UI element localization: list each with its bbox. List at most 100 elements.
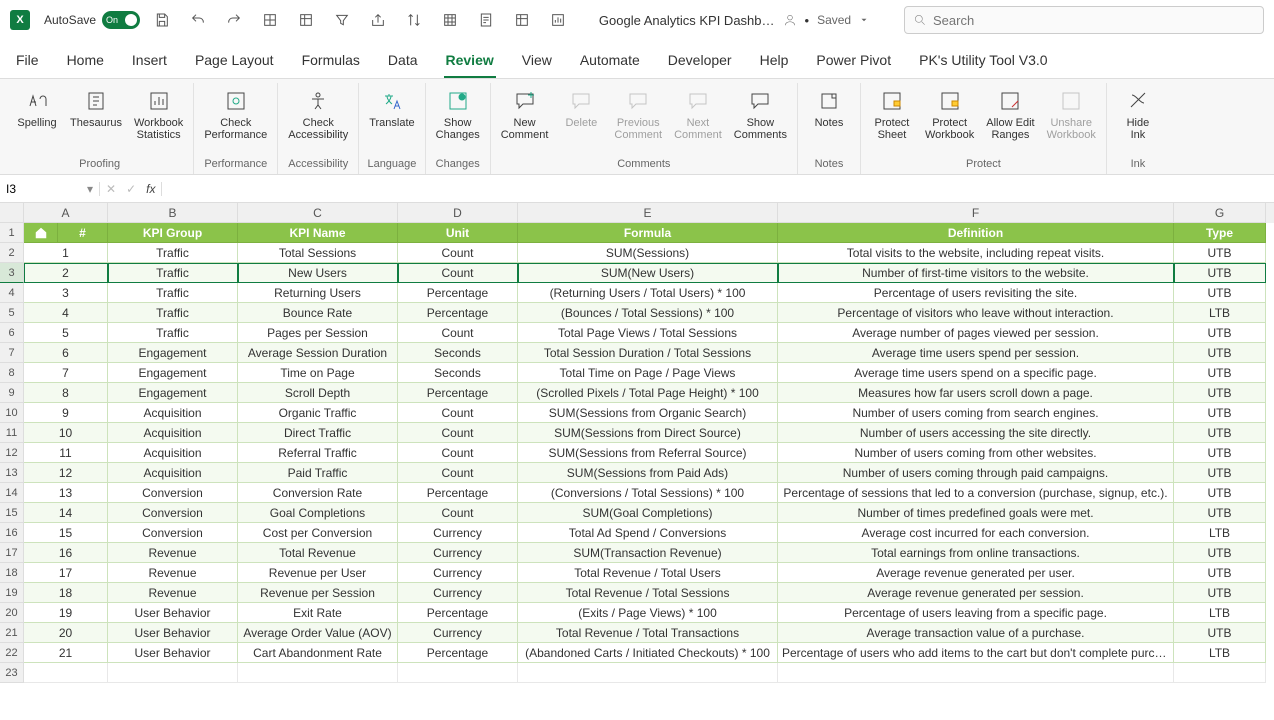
cell-type[interactable]: UTB <box>1174 423 1266 443</box>
cell-unit[interactable]: Count <box>398 403 518 423</box>
cell-type[interactable]: UTB <box>1174 443 1266 463</box>
cell-group[interactable]: Traffic <box>108 323 238 343</box>
qat-grid-icon[interactable] <box>256 6 284 34</box>
chevron-down-icon[interactable]: ▾ <box>87 182 93 196</box>
cell-kpi-name[interactable]: Exit Rate <box>238 603 398 623</box>
cell-definition[interactable]: Number of users coming through paid camp… <box>778 463 1174 483</box>
cell-group[interactable]: Engagement <box>108 343 238 363</box>
cell-formula[interactable]: (Exits / Page Views) * 100 <box>518 603 778 623</box>
cell-type[interactable]: UTB <box>1174 283 1266 303</box>
redo-icon[interactable] <box>220 6 248 34</box>
row-header[interactable]: 9 <box>0 383 24 403</box>
search-box[interactable] <box>904 6 1264 34</box>
cell-definition[interactable]: Percentage of sessions that led to a con… <box>778 483 1174 503</box>
cell-unit[interactable]: Percentage <box>398 643 518 663</box>
row-header[interactable]: 3 <box>0 263 24 283</box>
cell-kpi-name[interactable]: Average Session Duration <box>238 343 398 363</box>
qat-calc-icon[interactable] <box>472 6 500 34</box>
row-header[interactable]: 12 <box>0 443 24 463</box>
cell-formula[interactable]: Total Time on Page / Page Views <box>518 363 778 383</box>
notes-button[interactable]: Notes <box>804 83 854 133</box>
check-accessibility-button[interactable]: CheckAccessibility <box>284 83 352 145</box>
cell-unit[interactable]: Currency <box>398 583 518 603</box>
cell-unit[interactable]: Count <box>398 463 518 483</box>
row-header[interactable]: 8 <box>0 363 24 383</box>
col-header-A[interactable]: A <box>24 203 108 223</box>
row-header[interactable]: 17 <box>0 543 24 563</box>
name-box-input[interactable] <box>6 182 76 196</box>
table-row[interactable]: 5 4 Traffic Bounce Rate Percentage (Boun… <box>0 303 1274 323</box>
cell-unit[interactable]: Count <box>398 323 518 343</box>
table-row[interactable]: 3 2 Traffic New Users Count SUM(New User… <box>0 263 1274 283</box>
cell-kpi-name[interactable]: Average Order Value (AOV) <box>238 623 398 643</box>
cell-num[interactable]: 1 <box>24 243 108 263</box>
undo-icon[interactable] <box>184 6 212 34</box>
col-header-E[interactable]: E <box>518 203 778 223</box>
tab-data[interactable]: Data <box>386 46 420 78</box>
cell-kpi-name[interactable]: Scroll Depth <box>238 383 398 403</box>
table-row[interactable]: 2 1 Traffic Total Sessions Count SUM(Ses… <box>0 243 1274 263</box>
cell-num[interactable]: 7 <box>24 363 108 383</box>
show-comments-button[interactable]: ShowComments <box>730 83 791 145</box>
cell-num[interactable]: 3 <box>24 283 108 303</box>
table-row[interactable]: 20 19 User Behavior Exit Rate Percentage… <box>0 603 1274 623</box>
toggle-switch[interactable]: On <box>102 11 140 29</box>
col-header-D[interactable]: D <box>398 203 518 223</box>
row-header[interactable]: 16 <box>0 523 24 543</box>
cell-formula[interactable]: Total Session Duration / Total Sessions <box>518 343 778 363</box>
row-header[interactable]: 14 <box>0 483 24 503</box>
cell-formula[interactable]: Total Revenue / Total Users <box>518 563 778 583</box>
cell-type[interactable]: UTB <box>1174 463 1266 483</box>
row-header[interactable]: 22 <box>0 643 24 663</box>
table-row[interactable]: 10 9 Acquisition Organic Traffic Count S… <box>0 403 1274 423</box>
cell-group[interactable]: Traffic <box>108 243 238 263</box>
row-header[interactable]: 11 <box>0 423 24 443</box>
search-input[interactable] <box>933 13 1255 28</box>
cell-num[interactable]: 10 <box>24 423 108 443</box>
cell-definition[interactable]: Number of first-time visitors to the web… <box>778 263 1174 283</box>
cell-kpi-name[interactable]: Revenue per User <box>238 563 398 583</box>
cell-type[interactable]: UTB <box>1174 503 1266 523</box>
cell-unit[interactable]: Seconds <box>398 343 518 363</box>
cell-definition[interactable]: Percentage of users revisiting the site. <box>778 283 1174 303</box>
cell-num[interactable]: 19 <box>24 603 108 623</box>
cell-unit[interactable]: Currency <box>398 543 518 563</box>
cell-group[interactable]: Revenue <box>108 563 238 583</box>
autosave-toggle[interactable]: AutoSave On <box>44 11 140 29</box>
cell-definition[interactable]: Total earnings from online transactions. <box>778 543 1174 563</box>
cell-num[interactable]: 13 <box>24 483 108 503</box>
spelling-button[interactable]: Spelling <box>12 83 62 133</box>
cell-unit[interactable]: Count <box>398 443 518 463</box>
cell-kpi-name[interactable]: Paid Traffic <box>238 463 398 483</box>
enter-icon[interactable]: ✓ <box>126 182 136 196</box>
table-row[interactable]: 14 13 Conversion Conversion Rate Percent… <box>0 483 1274 503</box>
qat-freeze-icon[interactable] <box>508 6 536 34</box>
cell-group[interactable]: Traffic <box>108 283 238 303</box>
name-box[interactable]: ▾ <box>0 182 100 196</box>
cell-unit[interactable]: Currency <box>398 523 518 543</box>
cell-unit[interactable]: Percentage <box>398 303 518 323</box>
cell-kpi-name[interactable]: Cost per Conversion <box>238 523 398 543</box>
cell-num[interactable]: 15 <box>24 523 108 543</box>
row-header[interactable]: 2 <box>0 243 24 263</box>
cell-kpi-name[interactable]: Returning Users <box>238 283 398 303</box>
cell-kpi-name[interactable]: Cart Abandonment Rate <box>238 643 398 663</box>
cell-kpi-name[interactable]: Referral Traffic <box>238 443 398 463</box>
cell-formula[interactable]: Total Revenue / Total Sessions <box>518 583 778 603</box>
tab-page-layout[interactable]: Page Layout <box>193 46 276 78</box>
cell-kpi-name[interactable]: Total Sessions <box>238 243 398 263</box>
cell-definition[interactable]: Percentage of visitors who leave without… <box>778 303 1174 323</box>
cell-formula[interactable]: SUM(Sessions) <box>518 243 778 263</box>
table-row[interactable]: 7 6 Engagement Average Session Duration … <box>0 343 1274 363</box>
cell-definition[interactable]: Number of users accessing the site direc… <box>778 423 1174 443</box>
cell-formula[interactable]: SUM(New Users) <box>518 263 778 283</box>
cell-formula[interactable]: SUM(Transaction Revenue) <box>518 543 778 563</box>
cell-type[interactable]: UTB <box>1174 243 1266 263</box>
row-header[interactable]: 13 <box>0 463 24 483</box>
cell-type[interactable]: UTB <box>1174 383 1266 403</box>
cell-kpi-name[interactable]: Revenue per Session <box>238 583 398 603</box>
cell-definition[interactable]: Number of users coming from other websit… <box>778 443 1174 463</box>
cell-group[interactable]: Revenue <box>108 543 238 563</box>
cell-formula[interactable]: SUM(Sessions from Paid Ads) <box>518 463 778 483</box>
chevron-down-icon[interactable] <box>859 15 869 25</box>
